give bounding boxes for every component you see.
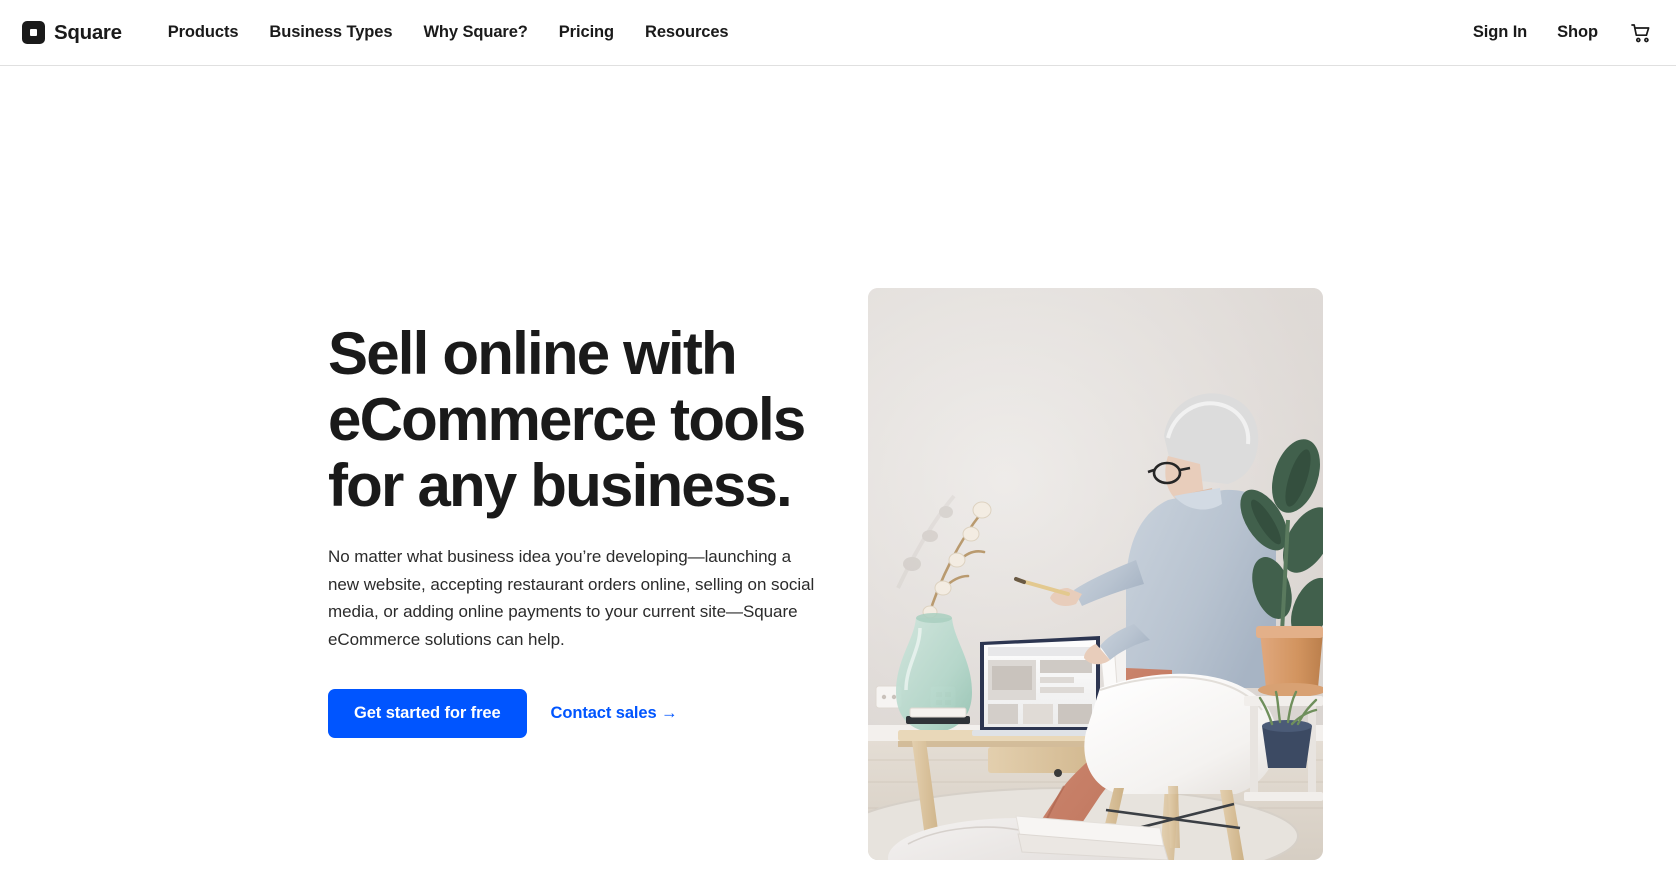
nav-item-products[interactable]: Products bbox=[168, 23, 239, 42]
primary-navigation: Products Business Types Why Square? Pric… bbox=[168, 23, 729, 42]
nav-item-pricing[interactable]: Pricing bbox=[559, 23, 614, 42]
shopping-cart-icon[interactable] bbox=[1628, 20, 1654, 46]
brand-logo-link[interactable]: Square bbox=[22, 21, 122, 45]
square-logo-icon bbox=[22, 21, 45, 44]
nav-item-why-square[interactable]: Why Square? bbox=[423, 23, 527, 42]
hero-cta-group: Get started for free Contact sales → bbox=[328, 689, 860, 739]
sign-in-link[interactable]: Sign In bbox=[1473, 23, 1527, 42]
hero-copy: Sell online with eCommerce tools for any… bbox=[0, 66, 860, 739]
contact-sales-link[interactable]: Contact sales → bbox=[551, 704, 678, 723]
header-actions: Sign In Shop bbox=[1473, 20, 1654, 46]
hero-headline: Sell online with eCommerce tools for any… bbox=[328, 320, 806, 519]
nav-item-resources[interactable]: Resources bbox=[645, 23, 729, 42]
hero-photo-illustration bbox=[868, 288, 1323, 860]
hero-photo bbox=[868, 288, 1323, 860]
hero-section: Sell online with eCommerce tools for any… bbox=[0, 66, 1676, 870]
shop-link[interactable]: Shop bbox=[1557, 23, 1598, 42]
hero-media bbox=[868, 288, 1323, 860]
brand-name: Square bbox=[54, 20, 122, 44]
get-started-button[interactable]: Get started for free bbox=[328, 689, 527, 739]
site-header: Square Products Business Types Why Squar… bbox=[0, 0, 1676, 66]
hero-description: No matter what business idea you’re deve… bbox=[328, 547, 815, 649]
nav-item-business-types[interactable]: Business Types bbox=[269, 23, 392, 42]
